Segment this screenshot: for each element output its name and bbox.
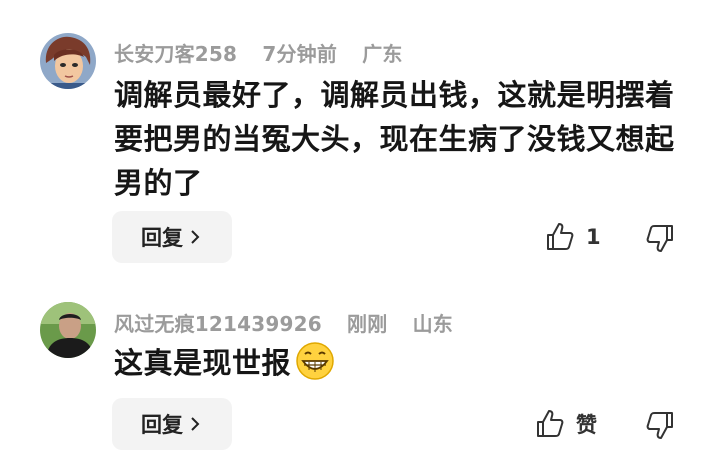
comment-meta: 风过无痕121439926 刚刚 山东 (114, 308, 471, 337)
like-button[interactable]: 赞 (534, 408, 597, 440)
comment-meta: 长安刀客258 7分钟前 广东 (114, 38, 421, 67)
grinning-face-icon (296, 342, 334, 380)
dislike-button[interactable] (644, 409, 676, 445)
comment-text: 这真是现世报 (114, 341, 684, 385)
reply-button[interactable]: 回复 (112, 211, 232, 263)
thumbs-down-icon (646, 225, 673, 252)
username[interactable]: 长安刀客258 (114, 42, 237, 66)
like-label: 赞 (576, 413, 597, 437)
like-button[interactable]: 1 (544, 221, 601, 253)
chevron-right-icon (191, 417, 200, 431)
timestamp: 刚刚 (347, 312, 388, 336)
location: 山东 (412, 312, 454, 336)
dislike-button[interactable] (644, 222, 676, 258)
avatar[interactable] (40, 302, 96, 358)
thumbs-up-icon (547, 223, 574, 250)
avatar[interactable] (40, 33, 96, 89)
timestamp: 7分钟前 (262, 42, 338, 66)
like-count: 1 (586, 225, 601, 249)
reply-label: 回复 (141, 226, 183, 250)
chevron-right-icon (191, 230, 200, 244)
reply-button[interactable]: 回复 (112, 398, 232, 450)
thumbs-down-icon (646, 412, 673, 439)
comment-text-content: 这真是现世报 (114, 346, 292, 380)
location: 广东 (362, 42, 403, 66)
username[interactable]: 风过无痕121439926 (114, 312, 322, 336)
thumbs-up-icon (537, 410, 564, 437)
reply-label: 回复 (141, 413, 183, 437)
comment-text: 调解员最好了，调解员出钱，这就是明摆着要把男的当冤大头，现在生病了没钱又想起男的… (114, 78, 675, 200)
comment-item: 风过无痕121439926 刚刚 山东 这真是现世报 回复 赞 (0, 290, 720, 460)
comment-item: 长安刀客258 7分钟前 广东 调解员最好了，调解员出钱，这就是明摆着要把男的当… (0, 0, 720, 280)
